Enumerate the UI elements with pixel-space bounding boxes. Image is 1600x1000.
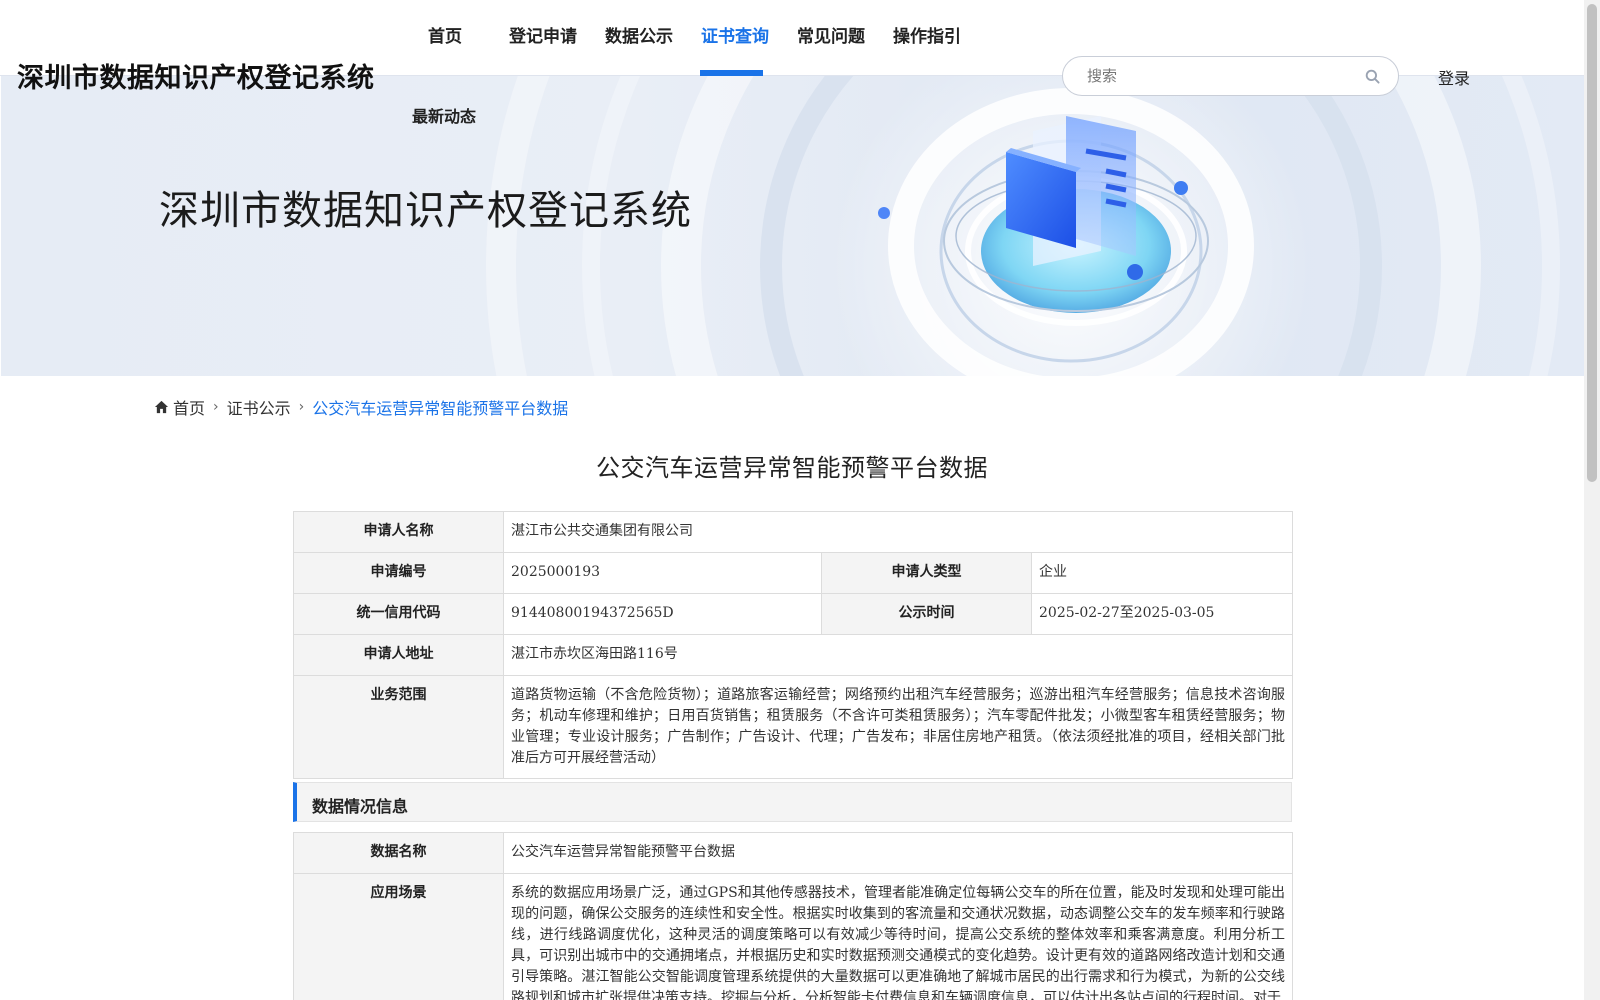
chevron-right-icon: › xyxy=(213,399,219,415)
data-name-value: 公交汽车运营异常智能预警平台数据 xyxy=(503,832,1293,874)
applicant-name-label: 申请人名称 xyxy=(293,511,504,553)
page-title: 公交汽车运营异常智能预警平台数据 xyxy=(596,454,988,482)
table-row: 数据名称 公交汽车运营异常智能预警平台数据 xyxy=(293,832,1293,874)
credit-code-value: 91440800194372565D xyxy=(503,593,822,635)
business-scope-label: 业务范围 xyxy=(293,675,504,779)
publicity-period-value: 2025-02-27至2025-03-05 xyxy=(1030,593,1294,635)
application-number-value: 2025000193 xyxy=(503,552,822,594)
active-nav-indicator xyxy=(700,70,763,76)
scrollbar-thumb[interactable] xyxy=(1587,4,1597,482)
search-box[interactable] xyxy=(1062,56,1399,96)
search-input[interactable] xyxy=(1087,65,1337,87)
table-row: 应用场景 系统的数据应用场景广泛，通过GPS和其他传感器技术，管理者能准确定位每… xyxy=(293,873,1293,1000)
business-scope-value: 道路货物运输（不含危险货物）；道路旅客运输经营；网络预约出租汽车经营服务；巡游出… xyxy=(502,675,1294,779)
applicant-type-value: 企业 xyxy=(1030,552,1294,594)
data-info-table: 数据名称 公交汽车运营异常智能预警平台数据 应用场景 系统的数据应用场景广泛，通… xyxy=(293,832,1293,1000)
nav-registration[interactable]: 登记申请 xyxy=(509,22,577,47)
applicant-address-label: 申请人地址 xyxy=(293,634,504,676)
breadcrumb-current: 公交汽车运营异常智能预警平台数据 xyxy=(312,399,569,418)
breadcrumb-home[interactable]: 首页 xyxy=(173,395,205,419)
nav-latest-news[interactable]: 最新动态 xyxy=(412,103,476,127)
applicant-type-label: 申请人类型 xyxy=(821,552,1032,594)
table-row: 业务范围 道路货物运输（不含危险货物）；道路旅客运输经营；网络预约出租汽车经营服… xyxy=(293,675,1294,779)
nav-home[interactable]: 首页 xyxy=(428,22,462,47)
site-title[interactable]: 深圳市数据知识产权登记系统 xyxy=(17,56,375,95)
applicant-info-table: 申请人名称 湛江市公共交通集团有限公司 申请编号 2025000193 申请人类… xyxy=(293,511,1294,779)
data-info-section-header: 数据情况信息 xyxy=(293,782,1292,822)
applicant-name-value: 湛江市公共交通集团有限公司 xyxy=(502,511,1294,553)
table-row: 申请人地址 湛江市赤坎区海田路116号 xyxy=(293,634,1294,676)
table-row: 申请人名称 湛江市公共交通集团有限公司 xyxy=(293,511,1294,553)
home-icon xyxy=(154,400,169,414)
table-row: 申请编号 2025000193 申请人类型 企业 xyxy=(293,552,1294,594)
nav-certificate-query[interactable]: 证书查询 xyxy=(701,22,769,47)
section-title: 数据情况信息 xyxy=(312,797,409,816)
nav-guide[interactable]: 操作指引 xyxy=(893,22,961,47)
chevron-right-icon: › xyxy=(298,399,305,415)
table-row: 统一信用代码 91440800194372565D 公示时间 2025-02-2… xyxy=(293,593,1294,635)
application-number-label: 申请编号 xyxy=(293,552,504,594)
application-scenario-value: 系统的数据应用场景广泛，通过GPS和其他传感器技术，管理者能准确定位每辆公交车的… xyxy=(503,873,1293,1000)
login-link[interactable]: 登录 xyxy=(1438,65,1470,89)
breadcrumb-certificate-publicity[interactable]: 证书公示 xyxy=(227,395,291,419)
banner-title: 深圳市数据知识产权登记系统 xyxy=(159,188,692,234)
applicant-address-value: 湛江市赤坎区海田路116号 xyxy=(502,634,1294,676)
publicity-period-label: 公示时间 xyxy=(821,593,1032,635)
application-scenario-label: 应用场景 xyxy=(293,873,504,1000)
nav-data-publicity[interactable]: 数据公示 xyxy=(605,22,673,47)
breadcrumb: 首页 › 证书公示 › 公交汽车运营异常智能预警平台数据 xyxy=(154,395,568,419)
vertical-scrollbar[interactable] xyxy=(1584,0,1600,1000)
hero-banner: 深圳市数据知识产权登记系统 xyxy=(1,76,1584,376)
nav-faq[interactable]: 常见问题 xyxy=(797,22,865,47)
search-icon[interactable] xyxy=(1365,69,1380,84)
credit-code-label: 统一信用代码 xyxy=(293,593,504,635)
data-name-label: 数据名称 xyxy=(293,832,504,874)
